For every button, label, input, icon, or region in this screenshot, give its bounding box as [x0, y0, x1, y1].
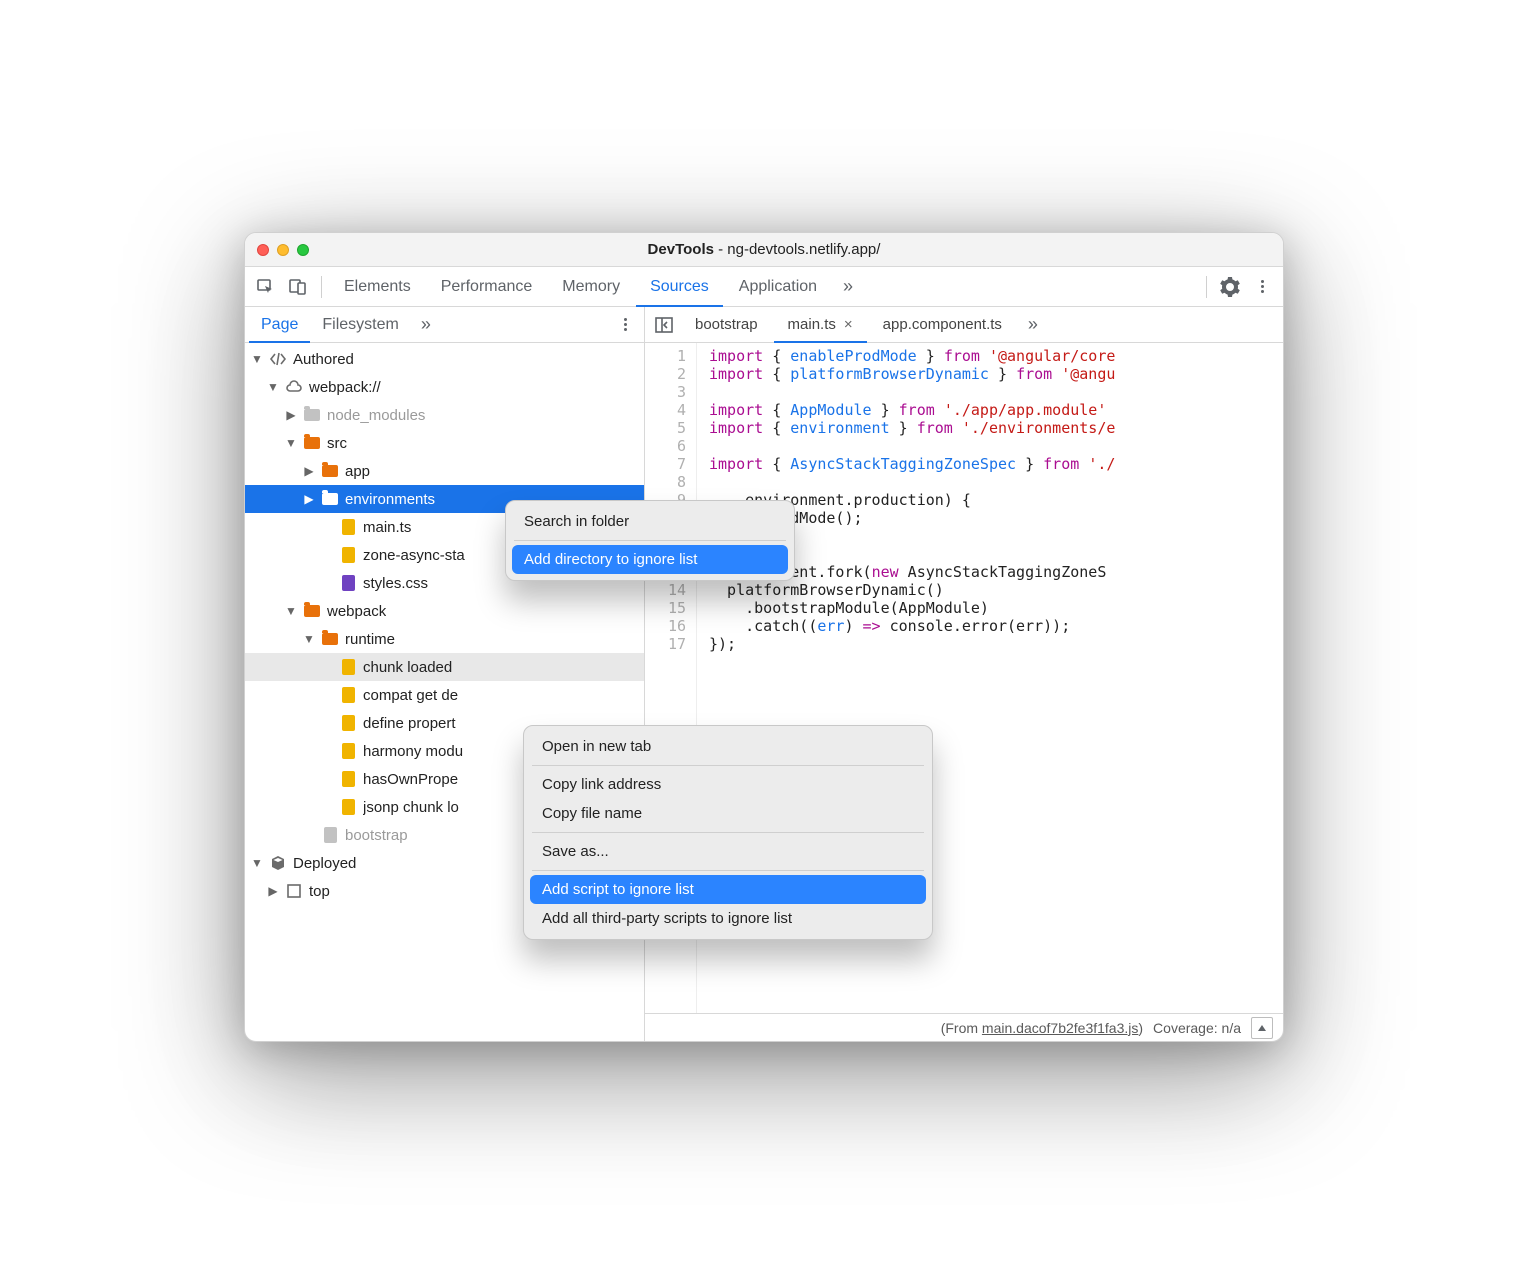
close-tab-icon[interactable]: ×	[844, 316, 853, 333]
file-icon	[339, 518, 357, 536]
tab-sources[interactable]: Sources	[636, 267, 723, 307]
folder-icon	[321, 490, 339, 508]
sidebar-kebab-icon[interactable]	[610, 310, 640, 340]
devtools-window: DevTools - ng-devtools.netlify.app/ Elem…	[244, 232, 1284, 1042]
more-tabs-icon[interactable]: »	[833, 272, 863, 302]
file-icon	[339, 658, 357, 676]
context-menu-file[interactable]: Open in new tab Copy link address Copy f…	[523, 725, 933, 940]
zoom-window-icon[interactable]	[297, 244, 309, 256]
tree-node-modules[interactable]: ▶ node_modules	[245, 401, 644, 429]
file-icon	[339, 714, 357, 732]
ctx-separator	[532, 765, 924, 766]
show-drawer-icon[interactable]	[1251, 1017, 1273, 1039]
folder-icon	[321, 462, 339, 480]
file-icon	[339, 574, 357, 592]
source-origin-link[interactable]: main.dacof7b2fe3f1fa3.js	[982, 1020, 1138, 1036]
file-tabs-more-icon[interactable]: »	[1018, 310, 1048, 340]
file-tab-app-component[interactable]: app.component.ts	[869, 307, 1016, 343]
file-icon	[339, 798, 357, 816]
toolbar-divider	[321, 276, 322, 298]
editor-statusbar: (From main.dacof7b2fe3f1fa3.js) Coverage…	[645, 1013, 1283, 1041]
ctx-separator	[532, 870, 924, 871]
context-menu-folder[interactable]: Search in folder Add directory to ignore…	[505, 500, 795, 581]
file-icon	[339, 770, 357, 788]
tree-authored[interactable]: ▼ Authored	[245, 345, 644, 373]
ctx-add-directory-ignore[interactable]: Add directory to ignore list	[512, 545, 788, 574]
tree-src[interactable]: ▼ src	[245, 429, 644, 457]
window-title-target: - ng-devtools.netlify.app/	[714, 241, 880, 258]
ctx-copy-filename[interactable]: Copy file name	[530, 799, 926, 828]
sidebar-tabs: Page Filesystem »	[245, 307, 644, 343]
ctx-separator	[532, 832, 924, 833]
tree-runtime-file[interactable]: compat get de	[245, 681, 644, 709]
sidebar-more-tabs-icon[interactable]: »	[411, 310, 441, 340]
file-icon	[339, 546, 357, 564]
file-tab-main-ts[interactable]: main.ts ×	[774, 307, 867, 343]
window-title: DevTools - ng-devtools.netlify.app/	[245, 241, 1283, 258]
tab-performance[interactable]: Performance	[427, 267, 547, 307]
ctx-open-new-tab[interactable]: Open in new tab	[530, 732, 926, 761]
titlebar: DevTools - ng-devtools.netlify.app/	[245, 233, 1283, 267]
coverage-status: Coverage: n/a	[1153, 1020, 1241, 1036]
tree-runtime-file[interactable]: chunk loaded	[245, 653, 644, 681]
settings-icon[interactable]	[1215, 272, 1245, 302]
inspect-element-icon[interactable]	[251, 272, 281, 302]
devtools-toolbar: Elements Performance Memory Sources Appl…	[245, 267, 1283, 307]
ctx-add-third-party-ignore[interactable]: Add all third-party scripts to ignore li…	[530, 904, 926, 933]
ctx-save-as[interactable]: Save as...	[530, 837, 926, 866]
file-tab-bootstrap[interactable]: bootstrap	[681, 307, 772, 343]
device-toolbar-icon[interactable]	[283, 272, 313, 302]
folder-icon	[303, 406, 321, 424]
navigator-toggle-icon[interactable]	[649, 310, 679, 340]
editor-file-tabs: bootstrap main.ts × app.component.ts »	[645, 307, 1283, 343]
tree-app[interactable]: ▶ app	[245, 457, 644, 485]
tree-runtime[interactable]: ▼ runtime	[245, 625, 644, 653]
close-window-icon[interactable]	[257, 244, 269, 256]
minimize-window-icon[interactable]	[277, 244, 289, 256]
folder-icon	[321, 630, 339, 648]
tree-webpack-folder[interactable]: ▼ webpack	[245, 597, 644, 625]
tab-memory[interactable]: Memory	[548, 267, 634, 307]
kebab-menu-icon[interactable]	[1247, 272, 1277, 302]
file-icon	[339, 686, 357, 704]
ctx-search-in-folder[interactable]: Search in folder	[512, 507, 788, 536]
code-brackets-icon	[269, 350, 287, 368]
folder-icon	[303, 602, 321, 620]
window-title-app: DevTools	[648, 241, 714, 258]
sidebar-tab-page[interactable]: Page	[249, 307, 310, 343]
toolbar-divider	[1206, 276, 1207, 298]
traffic-lights	[257, 244, 309, 256]
folder-icon	[303, 434, 321, 452]
tab-elements[interactable]: Elements	[330, 267, 425, 307]
cloud-icon	[285, 378, 303, 396]
ctx-add-script-ignore[interactable]: Add script to ignore list	[530, 875, 926, 904]
sidebar-tab-filesystem[interactable]: Filesystem	[310, 307, 410, 343]
tab-application[interactable]: Application	[725, 267, 831, 307]
cube-icon	[269, 854, 287, 872]
tree-webpack-scheme[interactable]: ▼ webpack://	[245, 373, 644, 401]
ctx-separator	[514, 540, 786, 541]
frame-icon	[285, 882, 303, 900]
source-origin: (From main.dacof7b2fe3f1fa3.js)	[941, 1020, 1143, 1036]
file-icon	[339, 742, 357, 760]
file-icon	[321, 826, 339, 844]
ctx-copy-link[interactable]: Copy link address	[530, 770, 926, 799]
